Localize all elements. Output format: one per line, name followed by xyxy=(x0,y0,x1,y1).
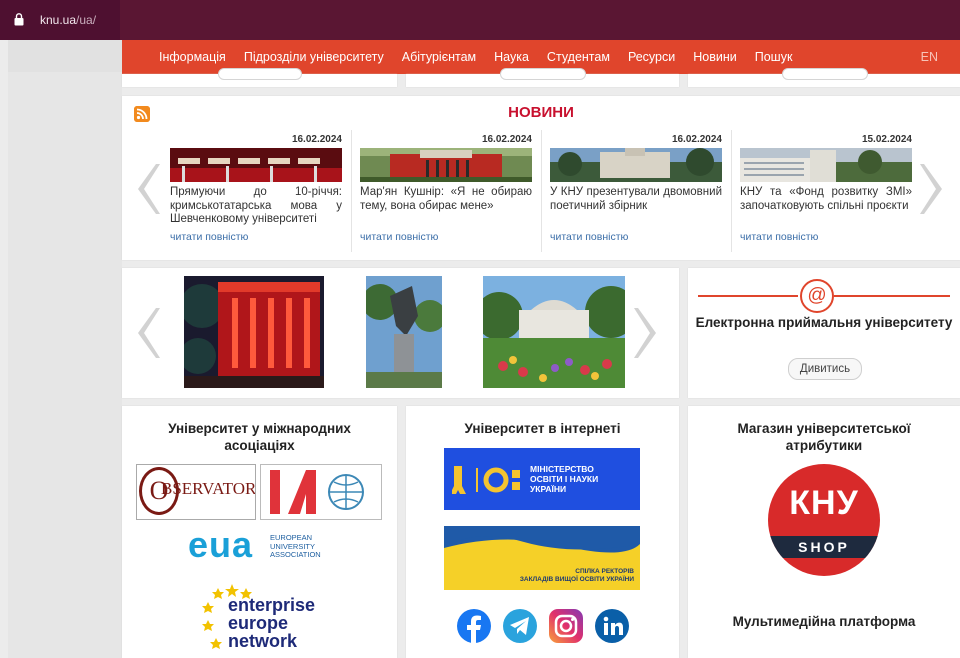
e-reception-title: Електронна приймальня університету xyxy=(695,315,953,330)
knu-shop-logo[interactable]: КНУ SHOP xyxy=(768,464,880,576)
language-switch-en[interactable]: EN xyxy=(921,50,938,64)
multimedia-platform-title: Мультимедійна платформа xyxy=(732,614,916,629)
een-word: europe xyxy=(228,613,289,633)
card-cutoff-2 xyxy=(406,68,679,87)
news-image[interactable] xyxy=(360,148,532,182)
nav-item-students[interactable]: Студентам xyxy=(547,50,610,64)
gallery-image-botanical-garden[interactable] xyxy=(483,276,625,388)
rectors-line: СПІЛКА РЕКТОРІВ xyxy=(575,568,634,575)
mon-emblem-icon xyxy=(452,466,520,494)
news-date: 15.02.2024 xyxy=(861,134,912,145)
mon-line: ОСВІТИ І НАУКИ xyxy=(530,474,599,484)
read-more-link[interactable]: читати повністю xyxy=(740,231,818,243)
gallery-prev-arrow-icon[interactable] xyxy=(130,306,162,360)
card-cutoff-3 xyxy=(688,68,960,87)
news-image[interactable] xyxy=(550,148,722,182)
news-next-arrow-icon[interactable] xyxy=(918,162,950,216)
news-item[interactable]: 16.02.2024 Мар'ян Кушнір: «Я не обираю т… xyxy=(360,134,532,252)
shop-card: Магазин університетської атрибутики КНУ … xyxy=(688,406,960,658)
nav-item-info[interactable]: Інформація xyxy=(159,50,226,64)
facebook-icon[interactable] xyxy=(456,608,492,644)
iau-logo[interactable] xyxy=(260,464,382,520)
decor-line-right xyxy=(834,295,950,297)
een-word: enterprise xyxy=(228,595,316,615)
rectors-union-logo[interactable]: СПІЛКА РЕКТОРІВ ЗАКЛАДІВ ВИЩОЇ ОСВІТИ УК… xyxy=(444,526,640,590)
linkedin-icon[interactable] xyxy=(594,608,630,644)
address-bar: knu.ua/ua/ xyxy=(0,0,960,40)
news-item[interactable]: 16.02.2024 У КНУ презентували двомовний … xyxy=(550,134,722,252)
associations-card: Університет у міжнародних асоціаціях O B… xyxy=(122,406,397,658)
internet-card: Університет в інтернеті МІНІСТЕРСТВО ОСВ… xyxy=(406,406,679,658)
knu-shop-logo-text: КНУ xyxy=(789,484,859,522)
instagram-icon[interactable] xyxy=(548,608,584,644)
nav-item-resources[interactable]: Ресурси xyxy=(628,50,675,64)
news-headline[interactable]: КНУ та «Фонд розвитку ЗМІ» започатковуют… xyxy=(740,186,912,213)
left-panel xyxy=(8,40,122,658)
eua-line: ASSOCIATION xyxy=(270,550,321,559)
gallery-image-monument[interactable] xyxy=(366,276,442,388)
shop-title: Магазин університетської атрибутики xyxy=(737,421,911,453)
news-divider xyxy=(541,130,542,252)
news-section: НОВИНИ 16.02.2024 Прямуючи до 10-річчя: … xyxy=(122,96,960,260)
read-more-link[interactable]: читати повністю xyxy=(550,231,628,243)
eua-logo[interactable]: eua EUROPEAN UNIVERSITY ASSOCIATION xyxy=(188,530,338,566)
gallery-image-red-building[interactable] xyxy=(184,276,324,388)
een-word: network xyxy=(228,631,298,651)
news-item[interactable]: 16.02.2024 Прямуючи до 10-річчя: кримськ… xyxy=(170,134,342,252)
view-button[interactable]: Дивитись xyxy=(788,358,862,380)
lock-icon xyxy=(14,13,24,26)
nav-item-divisions[interactable]: Підрозділи університету xyxy=(244,50,384,64)
card-cutoff-1 xyxy=(122,68,397,87)
news-prev-arrow-icon[interactable] xyxy=(130,162,162,216)
observatory-text: BSERVATORY xyxy=(161,479,256,498)
een-logo[interactable]: enterprise europe network xyxy=(202,580,332,658)
news-divider xyxy=(351,130,352,252)
read-more-link[interactable]: читати повністю xyxy=(170,231,248,243)
telegram-icon[interactable] xyxy=(502,608,538,644)
news-date: 16.02.2024 xyxy=(291,134,342,145)
news-image[interactable] xyxy=(170,148,342,182)
url-path: /ua/ xyxy=(76,13,97,27)
gallery-next-arrow-icon[interactable] xyxy=(632,306,664,360)
e-reception-card: @ Електронна приймальня університету Див… xyxy=(688,268,960,398)
eua-mark: eua xyxy=(188,530,254,565)
mon-line: УКРАЇНИ xyxy=(530,484,567,494)
internet-title: Університет в інтернеті xyxy=(464,421,621,436)
read-more-link[interactable]: читати повністю xyxy=(360,231,438,243)
news-divider xyxy=(731,130,732,252)
observatory-logo[interactable]: O BSERVATORY xyxy=(136,464,256,520)
news-item[interactable]: 15.02.2024 КНУ та «Фонд розвитку ЗМІ» за… xyxy=(740,134,912,252)
news-date: 16.02.2024 xyxy=(481,134,532,145)
news-image[interactable] xyxy=(740,148,912,182)
news-headline[interactable]: У КНУ презентували двомовний поетичний з… xyxy=(550,186,722,213)
rectors-line: ЗАКЛАДІВ ВИЩОЇ ОСВІТИ УКРАЇНИ xyxy=(519,576,634,583)
nav-item-applicants[interactable]: Абітурієнтам xyxy=(402,50,476,64)
url-field[interactable]: knu.ua/ua/ xyxy=(40,13,96,27)
nav-item-search[interactable]: Пошук xyxy=(755,50,793,64)
news-headline[interactable]: Мар'ян Кушнір: «Я не обираю тему, вона о… xyxy=(360,186,532,213)
photo-gallery xyxy=(122,268,679,398)
mon-ukraine-logo[interactable]: МІНІСТЕРСТВО ОСВІТИ І НАУКИ УКРАЇНИ xyxy=(444,448,640,510)
associations-title: Університет у міжнародних асоціаціях xyxy=(168,421,351,453)
decor-line-left xyxy=(698,295,798,297)
news-headline[interactable]: Прямуючи до 10-річчя: кримськотатарська … xyxy=(170,186,342,227)
nav-item-news[interactable]: Новини xyxy=(693,50,737,64)
nav-item-science[interactable]: Наука xyxy=(494,50,529,64)
mon-line: МІНІСТЕРСТВО xyxy=(530,464,594,474)
news-date: 16.02.2024 xyxy=(671,134,722,145)
url-host: knu.ua xyxy=(40,13,77,27)
knu-shop-logo-band: SHOP xyxy=(768,536,880,558)
news-heading: НОВИНИ xyxy=(508,104,574,121)
at-sign-icon: @ xyxy=(800,279,834,313)
